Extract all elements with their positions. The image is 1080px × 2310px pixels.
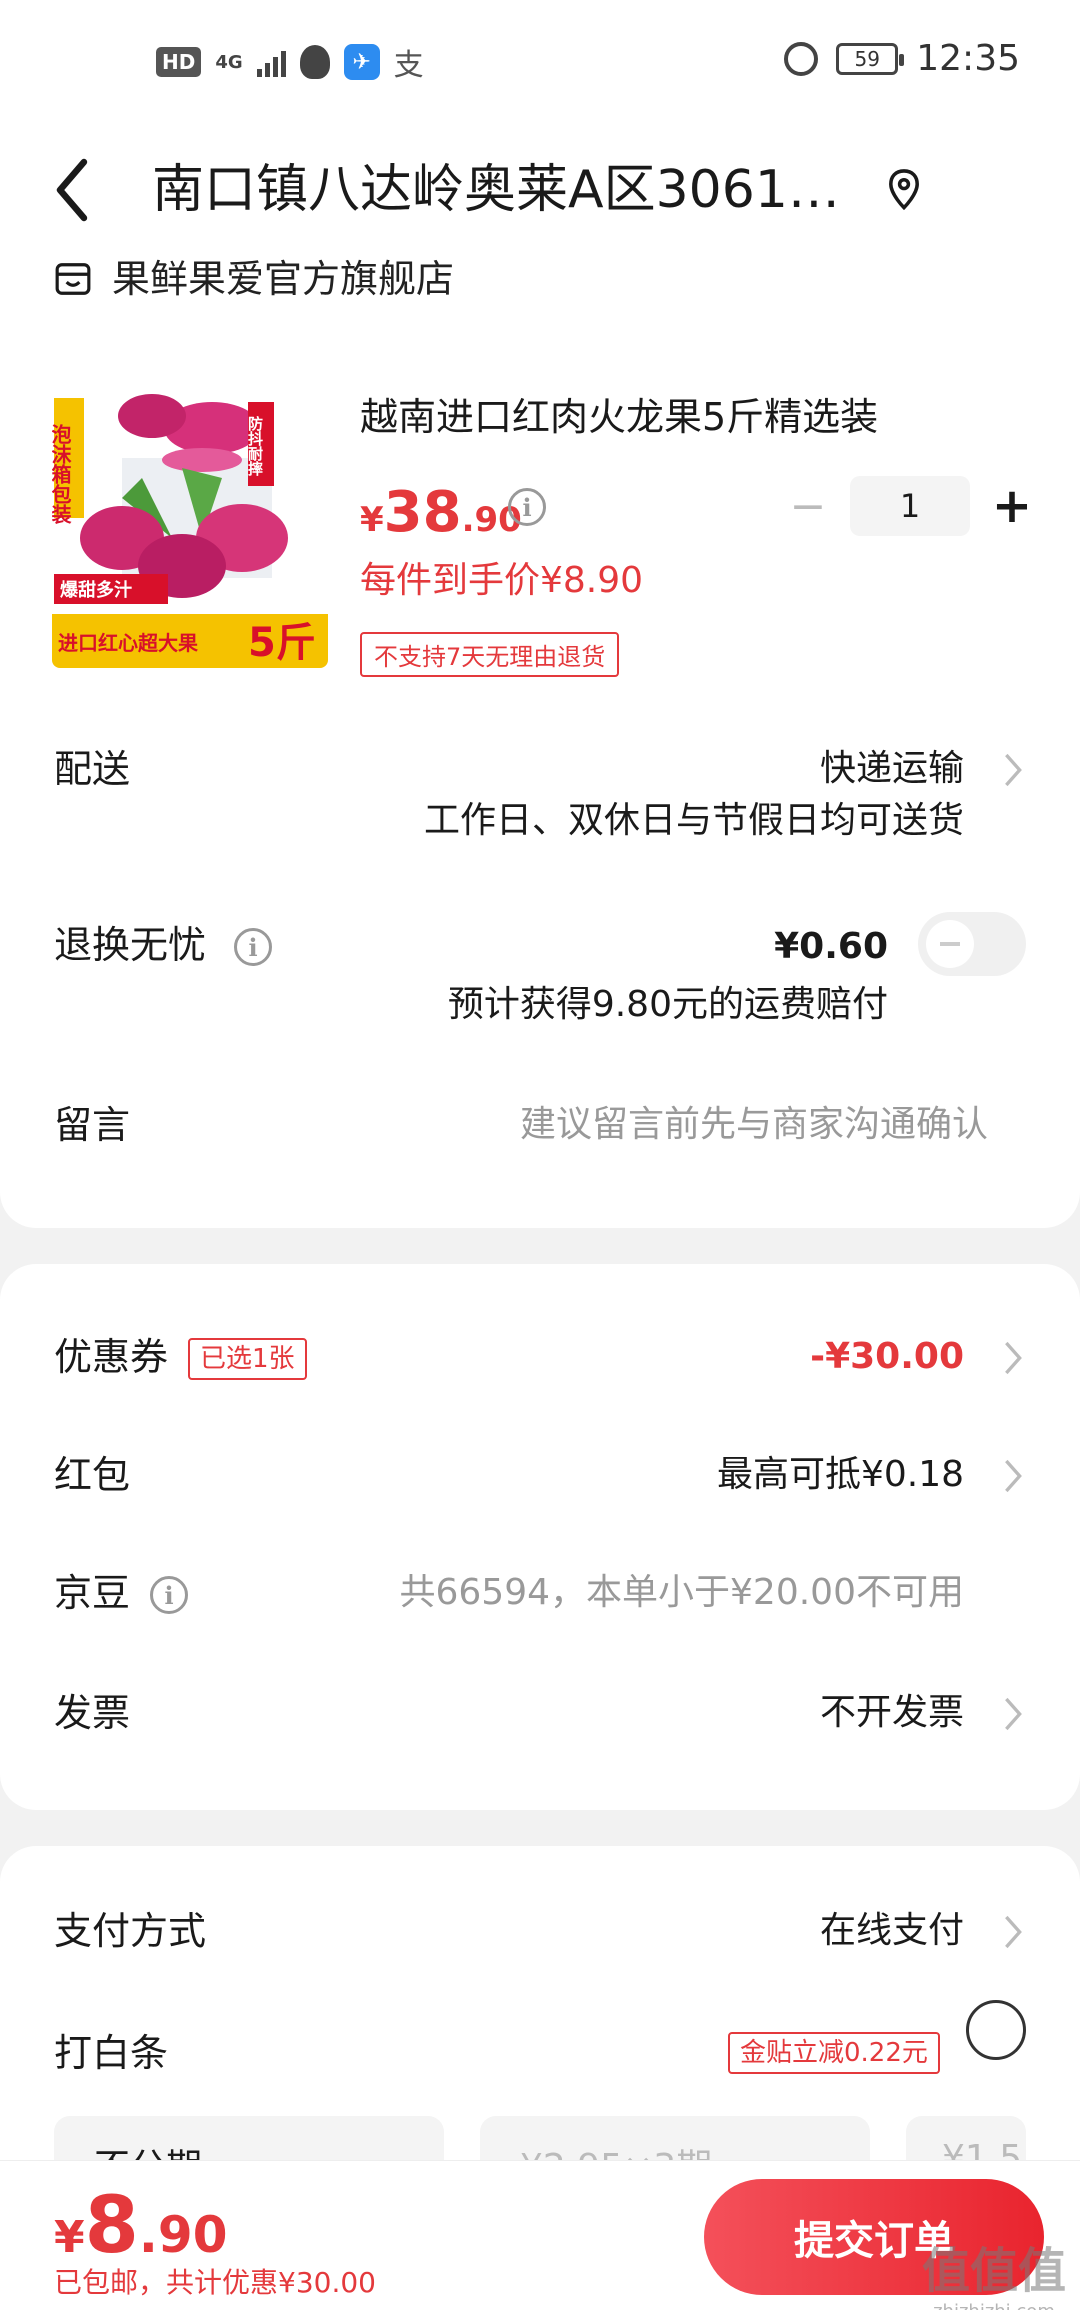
back-button[interactable] [52,150,112,230]
chevron-right-icon[interactable] [1002,1912,1024,1952]
message-label: 留言 [54,1103,131,1147]
return-worry-toggle[interactable] [918,912,1026,976]
quantity-plus-button[interactable]: + [990,476,1034,536]
signal-icon [256,47,286,77]
hd-icon: HD [156,47,202,77]
image-label-shockproof: 防抖耐摔 [246,415,264,477]
total-decimal: .90 [138,2206,228,2264]
product-price: ¥38.90 [360,480,522,545]
shipping-note: 已包邮，共计优惠 [54,2266,279,2299]
shipping-discount-summary: 已包邮，共计优惠¥30.00 [54,2261,376,2301]
total-discount: ¥30.00 [278,2266,376,2299]
quantity-stepper: − 1 + [786,476,1034,536]
chevron-right-icon[interactable] [1002,1338,1024,1378]
status-bar: HD 4G ✈ 支 59 12:35 [0,0,1080,120]
price-info-icon[interactable]: i [508,488,546,526]
delivery-label: 配送 [54,747,131,791]
alarm-icon [784,41,819,76]
payment-method-value[interactable]: 在线支付 [820,1906,964,1956]
price-symbol: ¥ [360,500,384,540]
quantity-minus-button[interactable]: − [786,476,830,536]
network-type: 4G [215,51,243,73]
coupon-amount[interactable]: -¥30.00 [810,1332,964,1382]
chevron-right-icon[interactable] [1002,1694,1024,1734]
battery-icon: 59 [836,42,905,75]
store-icon [55,263,91,295]
discount-card: 优惠券 已选1张 -¥30.00 红包 最高可抵¥0.18 京豆 i 共6659… [0,1264,1080,1810]
baitiao-radio[interactable] [966,2000,1026,2060]
return-worry-info-icon[interactable]: i [234,928,272,966]
clock: 12:35 [916,38,1020,79]
image-label-sweet: 爆甜多汁 [60,579,132,601]
delivery-address[interactable]: 南口镇八达岭奥莱A区3061… [152,150,872,230]
back-arrow-icon [56,158,88,222]
watermark-logo: 值值值 zhizhizhi.com [922,2231,1066,2310]
invoice-value[interactable]: 不开发票 [820,1688,964,1738]
red-packet-label: 红包 [54,1453,131,1497]
return-worry-price: ¥0.60 [774,926,888,967]
order-header: 南口镇八达岭奥莱A区3061… 果鲜果爱官方旗舰店 [0,120,1080,350]
product-title[interactable]: 越南进口红肉火龙果5斤精选装 [360,392,878,442]
image-label-foam: 泡沫箱包装 [52,423,72,525]
quantity-input[interactable]: 1 [850,476,970,536]
return-worry-label: 退换无忧 [54,923,207,967]
red-packet-value[interactable]: 最高可抵¥0.18 [717,1450,964,1500]
jd-beans-value: 共66594，本单小于¥20.00不可用 [399,1572,965,1613]
alipay-icon: 支 [393,48,424,83]
return-worry-compensation: 预计获得9.80元的运费赔付 [447,984,888,1025]
invoice-label: 发票 [54,1691,131,1735]
order-total: ¥8.90 [54,2181,227,2271]
chevron-right-icon[interactable] [1002,750,1024,790]
store-name[interactable]: 果鲜果爱官方旗舰店 [112,254,454,304]
image-label-slogan: 进口红心超大果 [58,631,198,655]
coupon-selected-badge: 已选1张 [188,1338,307,1380]
status-icons-left: HD 4G ✈ 支 [156,40,424,84]
watermark-url: zhizhizhi.com [922,2301,1066,2310]
baitiao-label: 打白条 [54,2031,169,2075]
payment-method-label: 支付方式 [54,1909,207,1953]
image-label-weight: 5斤 [248,620,316,666]
delivery-schedule: 工作日、双休日与节假日均可送货 [423,800,964,841]
app-notification-icon: ✈ [343,44,380,80]
unit-final-price: 每件到手价¥8.90 [360,560,644,601]
delivery-method[interactable]: 快递运输 [820,744,964,794]
baitiao-discount-badge: 金贴立减0.22元 [728,2032,940,2074]
return-policy-badge: 不支持7天无理由退货 [360,632,620,677]
qq-icon [299,45,330,79]
jd-beans-info-icon[interactable]: i [150,1576,188,1614]
coupon-label: 优惠券 [54,1335,169,1379]
product-card: 泡沫箱包装 防抖耐摔 爆甜多汁 进口红心超大果 5斤 越南进口红肉火龙果5斤精选… [0,350,1080,1228]
total-integer: 8 [84,2181,139,2271]
watermark-text: 值值值 [921,2243,1066,2299]
location-pin-icon[interactable] [886,168,922,212]
price-integer: 38 [383,480,462,545]
jd-beans-label: 京豆 [54,1571,131,1615]
toggle-knob [926,920,974,968]
chevron-right-icon[interactable] [1002,1456,1024,1496]
checkout-bar: ¥8.90 已包邮，共计优惠¥30.00 提交订单 值值值 zhizhizhi.… [0,2160,1080,2310]
message-input[interactable]: 建议留言前先与商家沟通确认 [520,1100,988,1150]
status-icons-right: 59 12:35 [784,38,1020,79]
total-symbol: ¥ [54,2212,85,2263]
product-image[interactable]: 泡沫箱包装 防抖耐摔 爆甜多汁 进口红心超大果 5斤 [52,388,328,668]
